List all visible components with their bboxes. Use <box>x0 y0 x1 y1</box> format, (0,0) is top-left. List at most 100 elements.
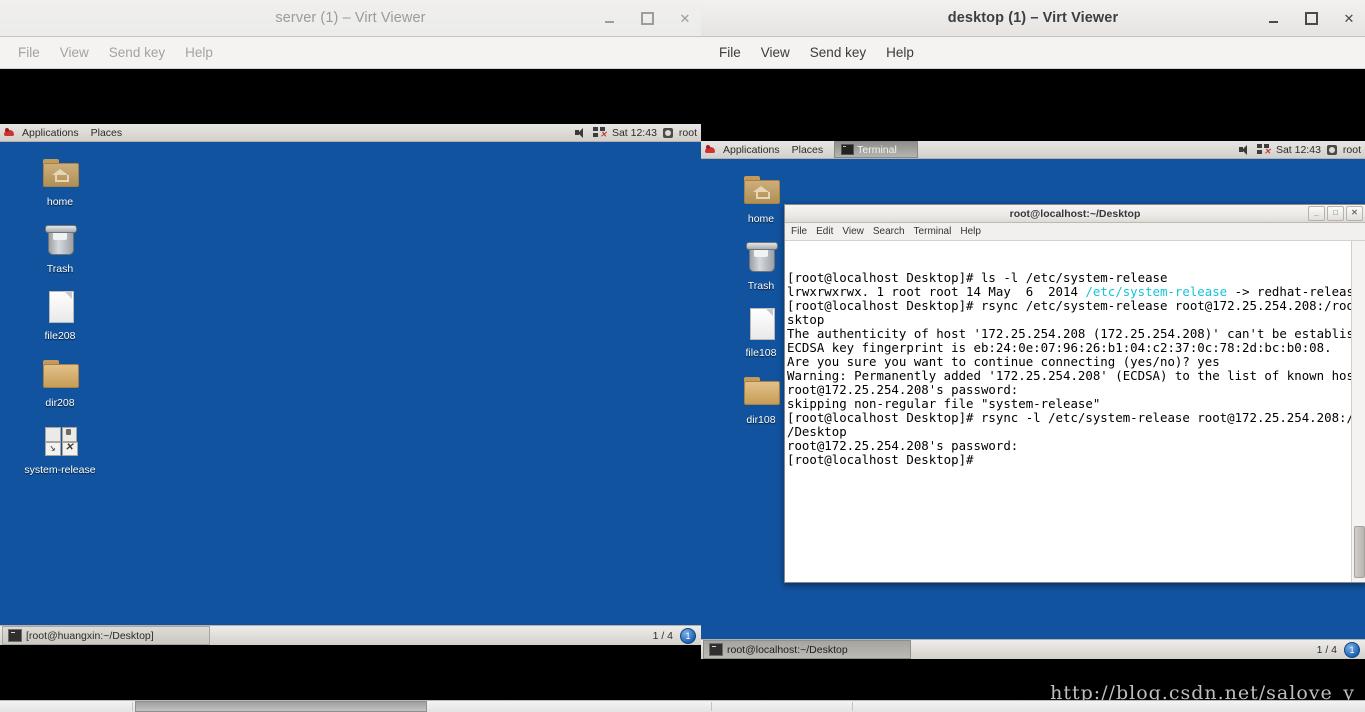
host-taskbar-segment[interactable] <box>712 702 853 711</box>
maximize-button[interactable] <box>1303 10 1319 26</box>
panel-clock[interactable]: Sat 12:43 <box>612 127 657 139</box>
menu-file[interactable]: File <box>709 42 751 63</box>
desktop-icon-label: Trash <box>46 263 74 275</box>
desktop-icon-label: dir208 <box>45 397 75 409</box>
terminal-window-controls: _ □ ✕ <box>1308 206 1363 221</box>
panel-username[interactable]: root <box>679 127 697 139</box>
minimize-button[interactable]: _ <box>1308 206 1325 221</box>
host-taskbar-active-item[interactable] <box>135 701 427 712</box>
terminal-line: /Desktop <box>787 424 847 439</box>
terminal-menu-view[interactable]: View <box>842 226 871 237</box>
terminal-menu-edit[interactable]: Edit <box>816 226 840 237</box>
workspace-badge[interactable]: 1 <box>1344 641 1360 658</box>
terminal-line: [root@localhost Desktop]# ls -l /etc/sys… <box>787 270 1168 285</box>
workspace-indicator[interactable]: 1 / 4 <box>1317 644 1337 656</box>
desktop-icon-system-release[interactable]: ↘ ✕ system-release <box>0 421 120 476</box>
menu-help[interactable]: Help <box>876 42 924 63</box>
terminal-text: lrwxrwxrwx. 1 root root 14 May 6 2014 <box>787 284 1086 299</box>
close-button[interactable]: ✕ <box>677 10 693 26</box>
terminal-line: root@172.25.254.208's password: <box>787 438 1019 453</box>
terminal-line: [root@localhost Desktop]# <box>787 452 974 467</box>
terminal-menu-search[interactable]: Search <box>873 226 912 237</box>
taskbar-window-item[interactable]: [root@huangxin:~/Desktop] <box>2 626 210 645</box>
scrollbar-thumb[interactable] <box>1354 526 1365 578</box>
home-folder-icon <box>37 153 83 193</box>
desktop-icon-trash[interactable]: Trash <box>0 220 120 275</box>
terminal-line: ECDSA key fingerprint is eb:24:0e:07:96:… <box>787 340 1332 355</box>
home-folder-icon <box>738 170 784 210</box>
speaker-icon[interactable] <box>574 127 587 138</box>
terminal-line: lrwxrwxrwx. 1 root root 14 May 6 2014 /e… <box>787 285 1365 299</box>
minimize-button[interactable] <box>601 10 617 26</box>
gnome-taskbar-desktop: root@localhost:~/Desktop 1 / 4 1 <box>701 639 1365 659</box>
desktop-icon-label: system-release <box>24 464 96 476</box>
virt-viewer-window-server[interactable]: server (1) – Virt Viewer ✕ File View Sen… <box>0 0 701 703</box>
terminal-line: The authenticity of host '172.25.254.208… <box>787 326 1365 341</box>
applications-menu[interactable]: Applications <box>17 127 84 139</box>
trash-icon <box>738 237 784 277</box>
host-taskbar <box>0 700 1365 712</box>
network-disconnected-icon[interactable]: ✕ <box>1256 144 1271 156</box>
terminal-icon <box>841 144 855 155</box>
vm-display-desktop[interactable]: Applications Places Terminal ✕ Sat 12:43 <box>701 69 1365 700</box>
terminal-menu-help[interactable]: Help <box>960 226 988 237</box>
close-button[interactable]: ✕ <box>1346 206 1363 221</box>
maximize-button[interactable]: □ <box>1327 206 1344 221</box>
panel-clock[interactable]: Sat 12:43 <box>1276 144 1321 156</box>
folder-icon <box>738 371 784 411</box>
desktop-icon-label: file108 <box>745 347 777 359</box>
broken-link-icon: ↘ ✕ <box>37 421 83 461</box>
menu-file[interactable]: File <box>8 42 50 63</box>
minimize-button[interactable] <box>1265 10 1281 26</box>
terminal-scrollbar[interactable] <box>1351 241 1365 582</box>
user-icon <box>662 127 673 138</box>
folder-icon <box>37 354 83 394</box>
taskbar-window-label: [root@huangxin:~/Desktop] <box>26 629 154 642</box>
terminal-line: [root@localhost Desktop]# rsync -l /etc/… <box>787 410 1365 425</box>
menu-send-key[interactable]: Send key <box>99 42 175 63</box>
menu-send-key[interactable]: Send key <box>800 42 876 63</box>
terminal-line: Are you sure you want to continue connec… <box>787 354 1220 369</box>
maximize-button[interactable] <box>639 10 655 26</box>
gnome-terminal-window[interactable]: root@localhost:~/Desktop _ □ ✕ File Edit… <box>784 204 1365 583</box>
menubar-server: File View Send key Help <box>0 37 701 69</box>
network-disconnected-icon[interactable]: ✕ <box>592 127 607 139</box>
user-icon <box>1326 144 1337 155</box>
vm-display-server[interactable]: Applications Places ✕ Sat 12:43 root hom… <box>0 69 701 703</box>
terminal-output[interactable]: [root@localhost Desktop]# ls -l /etc/sys… <box>785 241 1365 582</box>
terminal-line: skipping non-regular file "system-releas… <box>787 396 1101 411</box>
speaker-icon[interactable] <box>1238 144 1251 155</box>
workspace-badge[interactable]: 1 <box>680 627 696 644</box>
desktop-icon-file208[interactable]: file208 <box>0 287 120 342</box>
applications-menu[interactable]: Applications <box>718 144 785 156</box>
virt-viewer-window-desktop[interactable]: desktop (1) – Virt Viewer ✕ File View Se… <box>701 0 1365 700</box>
taskbar-window-item[interactable]: root@localhost:~/Desktop <box>703 640 911 659</box>
panel-window-item-terminal[interactable]: Terminal <box>834 141 919 158</box>
panel-username[interactable]: root <box>1343 144 1361 156</box>
terminal-menu-file[interactable]: File <box>791 226 814 237</box>
terminal-symlink-target: /etc/system-release <box>1085 284 1228 299</box>
desktop-icon-home[interactable]: home <box>0 153 120 208</box>
desktop-icon-dir208[interactable]: dir208 <box>0 354 120 409</box>
host-taskbar-segment[interactable] <box>431 702 712 711</box>
gnome-taskbar-server: [root@huangxin:~/Desktop] 1 / 4 1 <box>0 625 701 645</box>
terminal-icon <box>8 629 22 642</box>
workspace-indicator[interactable]: 1 / 4 <box>653 630 673 642</box>
close-button[interactable]: ✕ <box>1341 10 1357 26</box>
terminal-title: root@localhost:~/Desktop <box>1009 207 1141 220</box>
menu-view[interactable]: View <box>50 42 99 63</box>
terminal-line: sktop <box>787 312 825 327</box>
terminal-lines: [root@localhost Desktop]# ls -l /etc/sys… <box>787 271 1365 467</box>
terminal-menubar: File Edit View Search Terminal Help <box>785 223 1365 241</box>
desktop-icon-label: file208 <box>44 330 76 342</box>
host-taskbar-segment[interactable] <box>0 702 133 711</box>
menu-help[interactable]: Help <box>175 42 223 63</box>
terminal-titlebar: root@localhost:~/Desktop _ □ ✕ <box>785 205 1365 223</box>
menu-view[interactable]: View <box>751 42 800 63</box>
terminal-menu-terminal[interactable]: Terminal <box>914 226 959 237</box>
gnome-top-panel-server: Applications Places ✕ Sat 12:43 root <box>0 124 701 142</box>
places-menu[interactable]: Places <box>86 127 128 139</box>
places-menu[interactable]: Places <box>787 144 829 156</box>
desktop-icon-label: Trash <box>747 280 775 292</box>
terminal-line: Warning: Permanently added '172.25.254.2… <box>787 368 1365 383</box>
